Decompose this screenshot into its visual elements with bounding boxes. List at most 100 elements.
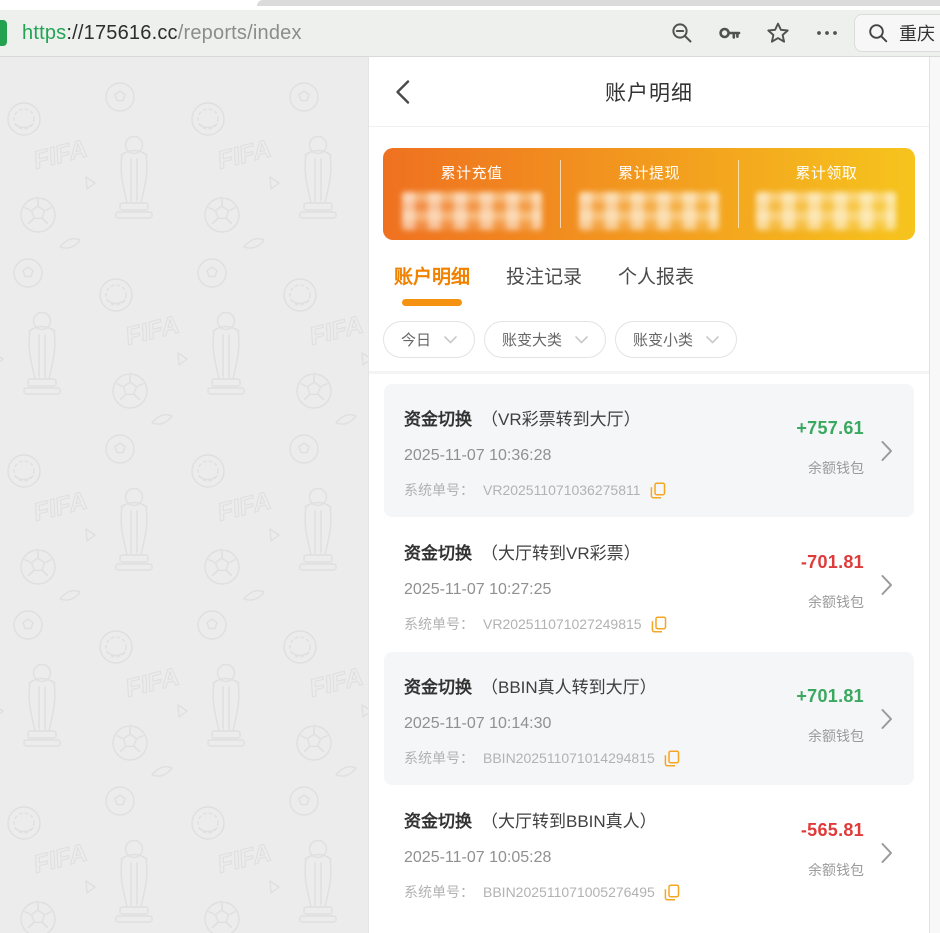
- summary-label: 累计充值: [383, 162, 560, 183]
- transaction-item[interactable]: 资金切换 （BBIN真人转到大厅） 2025-11-07 10:14:30 系统单…: [384, 652, 914, 785]
- transaction-datetime: 2025-11-07 10:27:25: [404, 581, 744, 599]
- copy-icon[interactable]: [650, 482, 666, 499]
- browser-toolbar: https://175616.cc/reports/index: [0, 10, 940, 57]
- summary-label: 累计提现: [560, 162, 737, 183]
- summary-total-deposit: 累计充值: [383, 148, 560, 240]
- filter-label: 账变小类: [633, 329, 693, 350]
- filter-label: 今日: [401, 329, 431, 350]
- copy-icon[interactable]: [651, 616, 667, 633]
- transaction-detail: （VR彩票转到大厅）: [481, 410, 641, 429]
- app-area: FIFA: [0, 57, 940, 933]
- censored-value: [756, 192, 896, 230]
- fifa-watermark-pattern: FIFA: [0, 57, 368, 933]
- transaction-title: 资金切换（大厅转到VR彩票）: [404, 539, 744, 564]
- transaction-item[interactable]: 资金切换（大厅转到VR彩票） 2025-11-07 10:27:25 系统单号：…: [384, 518, 914, 651]
- order-prefix: 系统单号：: [404, 882, 474, 902]
- bookmark-star-icon[interactable]: [766, 21, 790, 45]
- browser-search-box[interactable]: 重庆: [854, 14, 940, 52]
- order-number: VR202511071036275811: [483, 482, 641, 498]
- chevron-right-icon: [881, 708, 893, 729]
- filter-date-range[interactable]: 今日: [383, 321, 475, 358]
- wallet-label: 余额钱包: [801, 592, 864, 612]
- transaction-amount: +701.81: [796, 686, 864, 707]
- chevron-down-icon: [575, 336, 588, 344]
- search-icon: [867, 22, 889, 44]
- chevron-right-icon: [881, 842, 893, 863]
- screenshot-root: https://175616.cc/reports/index: [0, 0, 940, 933]
- transaction-order: 系统单号： VR202511071027249815: [404, 614, 744, 634]
- transaction-title: 资金切换 （VR彩票转到大厅）: [404, 405, 744, 430]
- summary-label: 累计领取: [738, 162, 915, 183]
- url-bar[interactable]: https://175616.cc/reports/index: [22, 22, 670, 45]
- transaction-title: 资金切换 （大厅转到BBIN真人）: [404, 807, 744, 832]
- wallet-label: 余额钱包: [796, 726, 864, 746]
- browser-tabstrip: [257, 0, 940, 6]
- transaction-type: 资金切换: [404, 812, 472, 831]
- page-title: 账户明细: [605, 77, 693, 107]
- wallet-label: 余额钱包: [796, 458, 864, 478]
- summary-card: 累计充值 累计提现 累计领取: [383, 148, 915, 240]
- back-icon[interactable]: [395, 79, 410, 104]
- summary-total-withdraw: 累计提现: [560, 148, 737, 240]
- transaction-datetime: 2025-11-07 10:36:28: [404, 447, 744, 465]
- transaction-item[interactable]: 资金切换（大厅转到BBIN真人） 2025-11-07 10:05:28 系统单…: [384, 786, 914, 919]
- transaction-amount-block: -565.81 余额钱包: [801, 820, 864, 880]
- filter-major-category[interactable]: 账变大类: [484, 321, 606, 358]
- order-number: VR202511071027249815: [483, 616, 642, 632]
- filter-bar: 今日 账变大类 账变小类: [369, 306, 929, 371]
- tab-account-detail[interactable]: 账户明细: [394, 262, 470, 306]
- filter-minor-category[interactable]: 账变小类: [615, 321, 737, 358]
- transaction-amount-block: -701.81 余额钱包: [801, 552, 864, 612]
- url-scheme: https: [22, 22, 66, 44]
- key-icon[interactable]: [718, 21, 742, 45]
- tab-bar: 账户明细 投注记录 个人报表: [369, 240, 929, 306]
- transaction-list: 资金切换 （VR彩票转到大厅） 2025-11-07 10:36:28 系统单号：…: [369, 374, 929, 919]
- tab-personal-report[interactable]: 个人报表: [618, 262, 694, 306]
- transaction-order: 系统单号： BBIN202511071005276495: [404, 882, 744, 902]
- copy-icon[interactable]: [664, 884, 680, 901]
- account-detail-panel: 账户明细 累计充值 累计提现 累计领取 账户明细 投注记录: [368, 57, 929, 933]
- transaction-detail: （大厅转到BBIN真人）: [481, 812, 657, 831]
- wallet-label: 余额钱包: [801, 860, 864, 880]
- transaction-order: 系统单号： VR202511071036275811: [404, 480, 744, 500]
- filter-label: 账变大类: [502, 329, 562, 350]
- transaction-detail: （BBIN真人转到大厅）: [481, 678, 657, 697]
- transaction-title: 资金切换 （BBIN真人转到大厅）: [404, 673, 744, 698]
- background-pattern: FIFA: [0, 57, 368, 933]
- transaction-detail: （大厅转到VR彩票）: [481, 544, 641, 563]
- chevron-right-icon: [881, 440, 893, 461]
- chevron-right-icon: [881, 574, 893, 595]
- copy-icon[interactable]: [664, 750, 680, 767]
- summary-total-claimed: 累计领取: [738, 148, 915, 240]
- transaction-type: 资金切换: [404, 410, 472, 429]
- chevron-down-icon: [706, 336, 719, 344]
- order-prefix: 系统单号：: [404, 748, 474, 768]
- transaction-type: 资金切换: [404, 678, 472, 697]
- censored-value: [579, 192, 719, 230]
- browser-chrome: https://175616.cc/reports/index: [0, 0, 940, 57]
- url-host: ://175616.cc: [66, 22, 177, 44]
- site-badge-icon: [0, 20, 7, 46]
- censored-value: [402, 192, 542, 230]
- transaction-amount: -701.81: [801, 552, 864, 573]
- transaction-item[interactable]: 资金切换 （VR彩票转到大厅） 2025-11-07 10:36:28 系统单号：…: [384, 384, 914, 517]
- transaction-amount: -565.81: [801, 820, 864, 841]
- more-icon[interactable]: [814, 21, 840, 45]
- zoom-out-icon[interactable]: [670, 21, 694, 45]
- transaction-order: 系统单号： BBIN202511071014294815: [404, 748, 744, 768]
- order-number: BBIN202511071014294815: [483, 750, 655, 766]
- transaction-amount-block: +701.81 余额钱包: [796, 686, 864, 746]
- scrollbar[interactable]: [929, 57, 940, 933]
- url-path: /reports/index: [178, 22, 302, 44]
- order-prefix: 系统单号：: [404, 480, 474, 500]
- search-query-text: 重庆: [899, 20, 935, 46]
- order-prefix: 系统单号：: [404, 614, 474, 634]
- transaction-amount: +757.61: [796, 418, 864, 439]
- transaction-amount-block: +757.61 余额钱包: [796, 418, 864, 478]
- toolbar-icons: [670, 21, 840, 45]
- tab-bet-records[interactable]: 投注记录: [506, 262, 582, 306]
- order-number: BBIN202511071005276495: [483, 884, 655, 900]
- chevron-down-icon: [444, 336, 457, 344]
- page-header: 账户明细: [369, 57, 929, 127]
- transaction-datetime: 2025-11-07 10:14:30: [404, 715, 744, 733]
